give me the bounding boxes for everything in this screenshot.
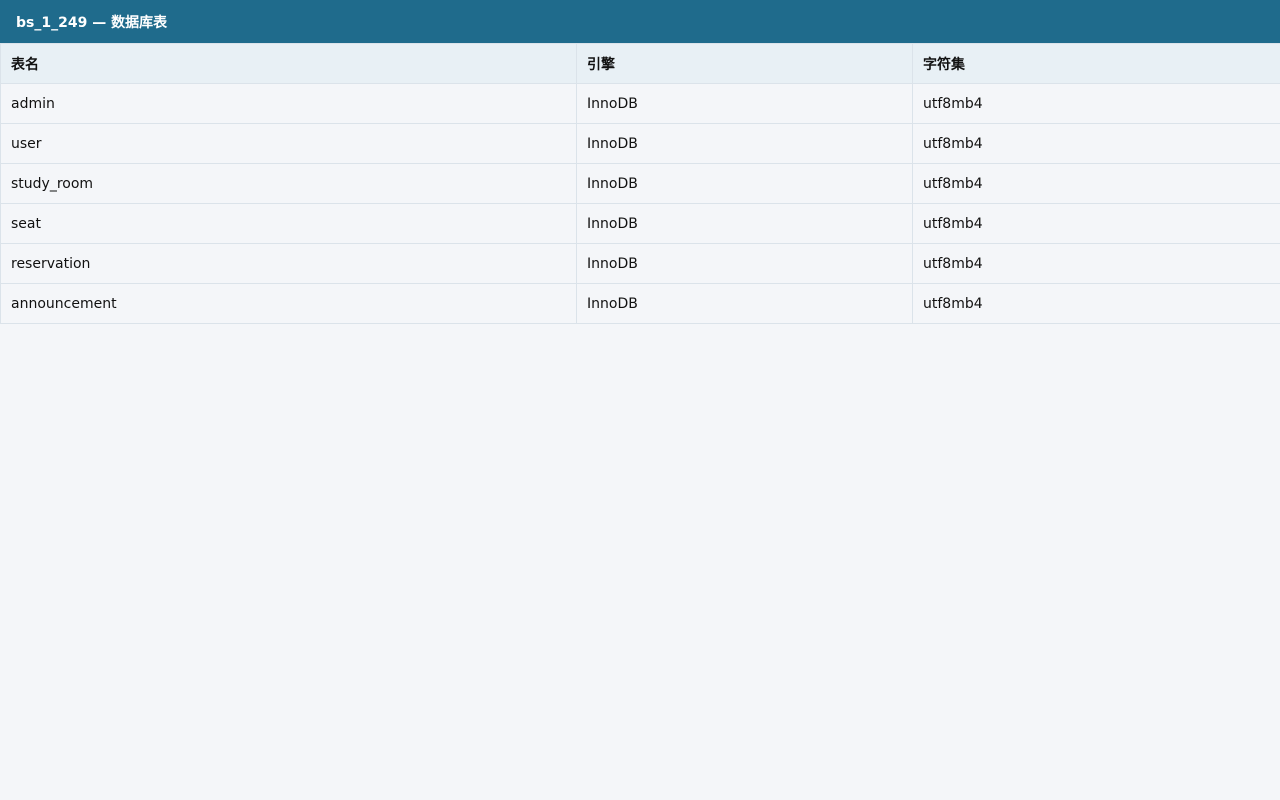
cell-engine: InnoDB [576, 283, 913, 324]
window-titlebar: bs_1_249 — 数据库表 [0, 0, 1280, 43]
cell-engine: InnoDB [576, 163, 913, 204]
cell-table-name: admin [0, 83, 577, 124]
cell-charset: utf8mb4 [912, 123, 1280, 164]
table-row[interactable]: reservation InnoDB utf8mb4 [0, 243, 1280, 284]
cell-table-name: announcement [0, 283, 577, 324]
header-row: 表名 引擎 字符集 [0, 43, 1280, 84]
table-body: admin InnoDB utf8mb4 user InnoDB utf8mb4… [0, 83, 1280, 324]
cell-charset: utf8mb4 [912, 203, 1280, 244]
window-title: bs_1_249 — 数据库表 [16, 14, 168, 31]
cell-engine: InnoDB [576, 83, 913, 124]
cell-engine: InnoDB [576, 123, 913, 164]
cell-engine: InnoDB [576, 203, 913, 244]
table-row[interactable]: user InnoDB utf8mb4 [0, 123, 1280, 164]
cell-table-name: reservation [0, 243, 577, 284]
tables-list: 表名 引擎 字符集 admin InnoDB utf8mb4 user Inno… [0, 43, 1280, 324]
column-header-table-name[interactable]: 表名 [0, 43, 577, 84]
cell-table-name: user [0, 123, 577, 164]
cell-charset: utf8mb4 [912, 243, 1280, 284]
column-header-engine[interactable]: 引擎 [576, 43, 913, 84]
column-header-charset[interactable]: 字符集 [912, 43, 1280, 84]
cell-table-name: study_room [0, 163, 577, 204]
cell-charset: utf8mb4 [912, 83, 1280, 124]
table-row[interactable]: study_room InnoDB utf8mb4 [0, 163, 1280, 204]
table-row[interactable]: seat InnoDB utf8mb4 [0, 203, 1280, 244]
table-header: 表名 引擎 字符集 [0, 43, 1280, 84]
cell-charset: utf8mb4 [912, 163, 1280, 204]
table-row[interactable]: announcement InnoDB utf8mb4 [0, 283, 1280, 324]
cell-table-name: seat [0, 203, 577, 244]
cell-engine: InnoDB [576, 243, 913, 284]
table-row[interactable]: admin InnoDB utf8mb4 [0, 83, 1280, 124]
cell-charset: utf8mb4 [912, 283, 1280, 324]
